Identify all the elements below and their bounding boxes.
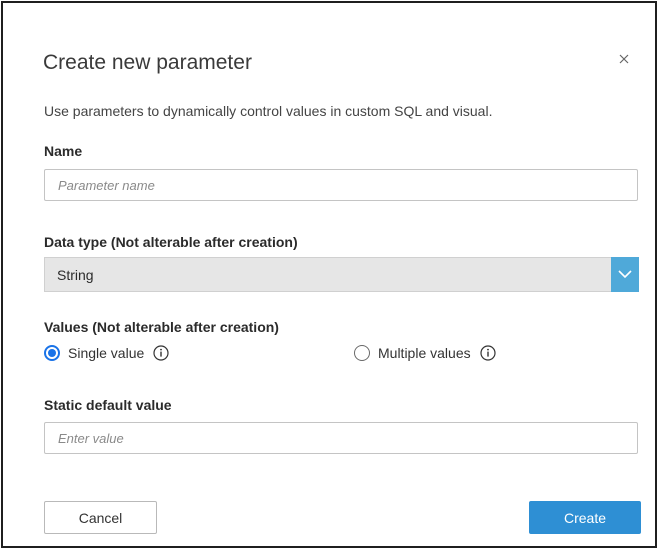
radio-button-checked[interactable] [44,345,60,361]
dialog-description: Use parameters to dynamically control va… [44,103,493,119]
radio-button-unchecked[interactable] [354,345,370,361]
close-icon[interactable] [617,52,631,66]
chevron-down-icon[interactable] [611,257,639,292]
info-icon[interactable] [153,345,169,361]
create-button[interactable]: Create [529,501,641,534]
dialog-title: Create new parameter [43,51,252,74]
radio-single-value[interactable]: Single value [44,345,169,361]
radio-multiple-values[interactable]: Multiple values [354,345,496,361]
create-parameter-dialog: Create new parameter Use parameters to d… [1,1,657,548]
static-default-value-label: Static default value [44,397,172,413]
data-type-select[interactable]: String [44,257,639,292]
data-type-selected-value: String [57,267,94,283]
parameter-name-input[interactable] [44,169,638,201]
info-icon[interactable] [480,345,496,361]
values-label: Values (Not alterable after creation) [44,319,279,335]
radio-single-value-label: Single value [68,345,145,361]
data-type-label: Data type (Not alterable after creation) [44,234,298,250]
cancel-button[interactable]: Cancel [44,501,157,534]
static-default-value-input[interactable] [44,422,638,454]
name-label: Name [44,143,83,159]
radio-multiple-values-label: Multiple values [378,345,471,361]
